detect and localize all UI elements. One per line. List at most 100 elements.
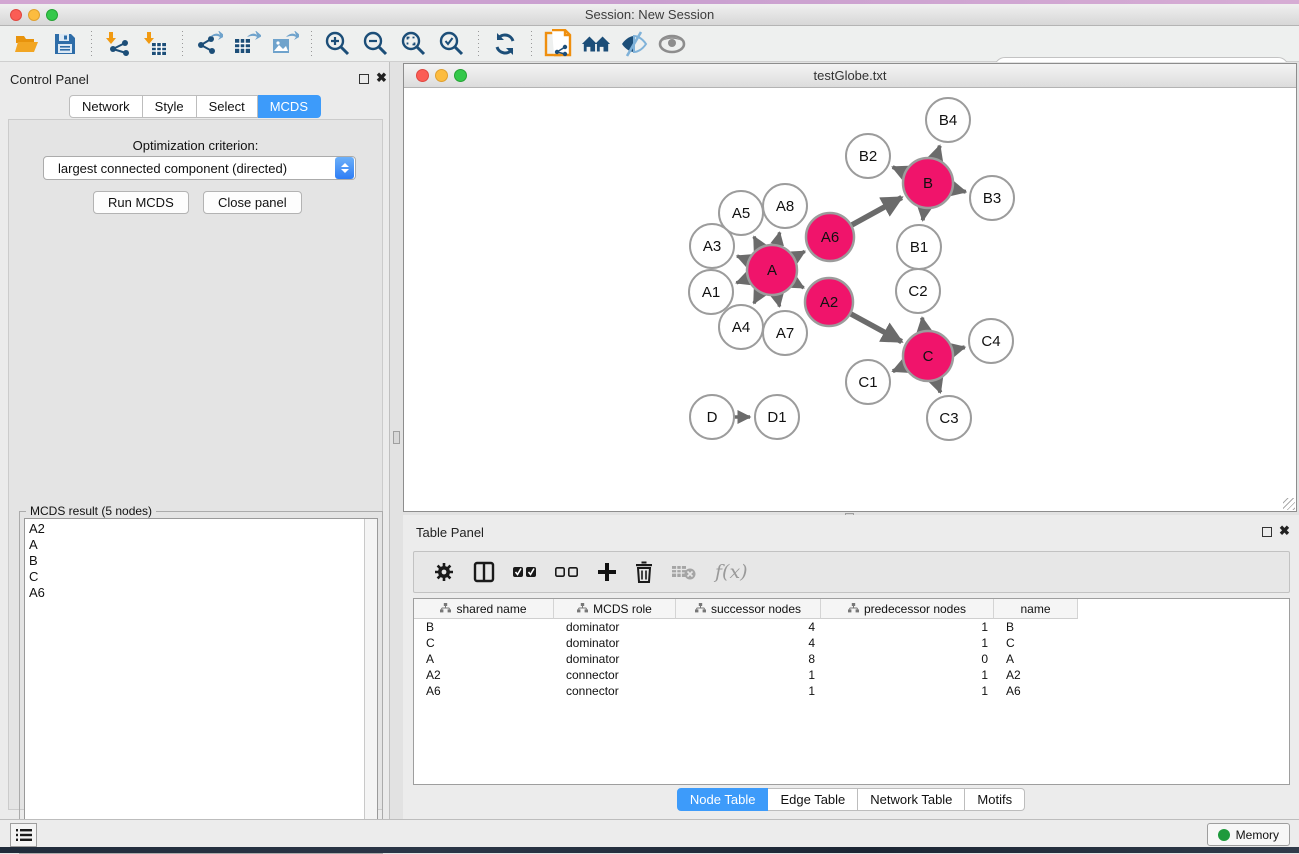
import-network-icon[interactable]	[103, 30, 133, 58]
export-network-icon[interactable]	[194, 30, 224, 58]
export-image-icon[interactable]	[270, 30, 300, 58]
graph-node-B[interactable]: B	[903, 158, 953, 208]
zoom-fit-icon[interactable]	[399, 30, 429, 58]
minimize-window-button[interactable]	[28, 9, 40, 21]
save-session-icon[interactable]	[50, 30, 80, 58]
table-header-row[interactable]: shared nameMCDS rolesuccessor nodesprede…	[414, 599, 1289, 619]
table-cell[interactable]: connector	[554, 683, 676, 699]
table-cell[interactable]: dominator	[554, 635, 676, 651]
hide-graphics-details-icon[interactable]	[619, 30, 649, 58]
table-row[interactable]: A2connector11A2	[414, 667, 1289, 683]
table-cell[interactable]: 1	[821, 635, 994, 651]
graph-node-A4[interactable]: A4	[719, 305, 763, 349]
table-cell[interactable]: C	[994, 635, 1078, 651]
criterion-dropdown[interactable]: largest connected component (directed)	[43, 156, 356, 180]
tab-motifs[interactable]: Motifs	[965, 788, 1025, 811]
close-panel-icon[interactable]: ✖	[376, 73, 387, 83]
table-cell[interactable]: 1	[676, 667, 821, 683]
import-table-icon[interactable]	[141, 30, 171, 58]
network-window-titlebar[interactable]: testGlobe.txt	[404, 64, 1296, 88]
column-header-predecessor-nodes[interactable]: predecessor nodes	[821, 599, 994, 619]
graph-node-A8[interactable]: A8	[763, 184, 807, 228]
table-cell[interactable]: dominator	[554, 619, 676, 635]
tab-select[interactable]: Select	[197, 95, 258, 118]
refresh-icon[interactable]	[490, 30, 520, 58]
mcds-result-list[interactable]: A2ABCA6	[24, 518, 378, 849]
mcds-result-item[interactable]: A	[29, 537, 360, 553]
table-cell[interactable]: B	[994, 619, 1078, 635]
table-body[interactable]: Bdominator41BCdominator41CAdominator80AA…	[414, 619, 1289, 699]
graph-node-C[interactable]: C	[903, 331, 953, 381]
table-cell[interactable]: A6	[994, 683, 1078, 699]
tab-mcds[interactable]: MCDS	[258, 95, 321, 118]
graph-node-A2[interactable]: A2	[805, 278, 853, 326]
graph-node-A7[interactable]: A7	[763, 311, 807, 355]
graph-node-B1[interactable]: B1	[897, 225, 941, 269]
graph-node-C3[interactable]: C3	[927, 396, 971, 440]
close-panel-button[interactable]: Close panel	[203, 191, 302, 214]
table-row[interactable]: Bdominator41B	[414, 619, 1289, 635]
graph-node-D[interactable]: D	[690, 395, 734, 439]
table-cell[interactable]: 1	[821, 667, 994, 683]
float-panel-icon[interactable]	[359, 74, 369, 84]
zoom-in-icon[interactable]	[323, 30, 353, 58]
graph-node-D1[interactable]: D1	[755, 395, 799, 439]
graph-node-A[interactable]: A	[747, 245, 797, 295]
tab-network-table[interactable]: Network Table	[858, 788, 965, 811]
table-cell[interactable]: B	[414, 619, 554, 635]
graph-node-B3[interactable]: B3	[970, 176, 1014, 220]
show-graphics-details-icon[interactable]	[657, 30, 687, 58]
graph-node-A3[interactable]: A3	[690, 224, 734, 268]
table-cell[interactable]: dominator	[554, 651, 676, 667]
graph-node-A1[interactable]: A1	[689, 270, 733, 314]
table-cell[interactable]: A2	[414, 667, 554, 683]
column-header-shared-name[interactable]: shared name	[414, 599, 554, 619]
node-table[interactable]: shared nameMCDS rolesuccessor nodesprede…	[413, 598, 1290, 785]
zoom-out-icon[interactable]	[361, 30, 391, 58]
graph-node-B4[interactable]: B4	[926, 98, 970, 142]
memory-button[interactable]: Memory	[1207, 823, 1290, 846]
mcds-result-item[interactable]: A6	[29, 585, 360, 601]
table-cell[interactable]: 0	[821, 651, 994, 667]
vertical-split-handle[interactable]	[393, 431, 400, 444]
run-mcds-button[interactable]: Run MCDS	[93, 191, 189, 214]
table-row[interactable]: Adominator80A	[414, 651, 1289, 667]
table-cell[interactable]: 8	[676, 651, 821, 667]
graph-node-C2[interactable]: C2	[896, 269, 940, 313]
tab-node-table[interactable]: Node Table	[677, 788, 769, 811]
table-cell[interactable]: 4	[676, 635, 821, 651]
table-cell[interactable]: connector	[554, 667, 676, 683]
open-session-icon[interactable]	[12, 30, 42, 58]
maximize-window-button[interactable]	[46, 9, 58, 21]
delete-table-icon[interactable]	[671, 563, 697, 581]
list-scrollbar[interactable]	[364, 519, 377, 848]
graph-node-A6[interactable]: A6	[806, 213, 854, 261]
column-header-MCDS-role[interactable]: MCDS role	[554, 599, 676, 619]
mcds-result-item[interactable]: A2	[29, 521, 360, 537]
close-network-button[interactable]	[416, 69, 429, 82]
table-cell[interactable]: 1	[821, 683, 994, 699]
table-cell[interactable]: A	[414, 651, 554, 667]
graph-node-C4[interactable]: C4	[969, 319, 1013, 363]
show-column-icon[interactable]	[473, 561, 495, 583]
window-resize-grip[interactable]	[1283, 498, 1295, 510]
table-row[interactable]: Cdominator41C	[414, 635, 1289, 651]
clone-network-icon[interactable]	[543, 30, 573, 58]
graph-node-B2[interactable]: B2	[846, 134, 890, 178]
table-cell[interactable]: A	[994, 651, 1078, 667]
zoom-selected-icon[interactable]	[437, 30, 467, 58]
column-header-name[interactable]: name	[994, 599, 1078, 619]
tab-network[interactable]: Network	[69, 95, 143, 118]
deselect-all-icon[interactable]	[555, 565, 579, 579]
maximize-network-button[interactable]	[454, 69, 467, 82]
close-window-button[interactable]	[10, 9, 22, 21]
tab-style[interactable]: Style	[143, 95, 197, 118]
minimize-network-button[interactable]	[435, 69, 448, 82]
tab-edge-table[interactable]: Edge Table	[768, 788, 858, 811]
mcds-result-item[interactable]: C	[29, 569, 360, 585]
table-row[interactable]: A6connector11A6	[414, 683, 1289, 699]
function-builder-icon[interactable]: f(x)	[715, 561, 748, 583]
table-cell[interactable]: 4	[676, 619, 821, 635]
delete-row-icon[interactable]	[635, 561, 653, 583]
close-panel-icon[interactable]: ✖	[1279, 526, 1290, 536]
